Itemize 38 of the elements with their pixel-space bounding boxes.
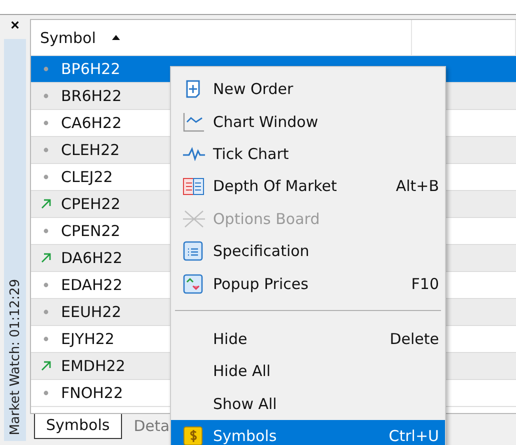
list-window-icon [183, 241, 203, 262]
tab[interactable]: Symbols [34, 414, 122, 439]
menu-item[interactable]: Tick Chart [171, 138, 445, 170]
menu-item[interactable]: Symbols Ctrl+U [171, 420, 445, 445]
menu-item[interactable]: Depth Of Market Alt+B [171, 170, 445, 203]
symbol-text: EMDH22 [61, 357, 126, 375]
menu-item[interactable]: Hide All [171, 355, 445, 388]
shortcut-label: F10 [411, 274, 439, 293]
symbol-text: EDAH22 [61, 276, 122, 294]
menu-item[interactable]: New Order [171, 73, 445, 106]
shortcut-label: Alt+B [396, 177, 439, 196]
order-book-icon [183, 178, 204, 195]
close-button[interactable]: × [10, 19, 20, 33]
column-label: Symbol [40, 28, 96, 46]
symbol-text: DA6H22 [61, 249, 122, 267]
symbol-text: EEUH22 [61, 303, 122, 321]
shortcut-label: Ctrl+U [388, 427, 439, 445]
symbol-text: EJYH22 [61, 330, 114, 348]
menu-item[interactable]: Specification [171, 234, 445, 268]
symbol-text: CA6H22 [61, 114, 122, 132]
pulse-line-icon [183, 146, 205, 161]
symbol-text: CLEJ22 [61, 168, 113, 186]
column-header[interactable]: Symbol [31, 20, 412, 55]
symbol-text: BP6H22 [61, 60, 120, 78]
menu-item[interactable]: Hide Delete [171, 322, 445, 356]
menu-item[interactable]: Chart Window [171, 105, 445, 138]
symbol-text: BR6H22 [61, 87, 122, 105]
symbol-text: CPEN22 [61, 222, 120, 240]
symbol-text: CLEH22 [61, 141, 120, 159]
crossed-lines-icon [183, 208, 205, 229]
panel-title: Market Watch: 01:12:29 [8, 278, 22, 435]
symbol-text: FNOH22 [61, 384, 124, 402]
dollar-icon [183, 426, 203, 445]
shortcut-label: Delete [390, 330, 439, 348]
price-window-icon [183, 274, 203, 294]
menu-item[interactable]: Popup Prices F10 [171, 267, 445, 300]
line-chart-icon [183, 112, 205, 132]
symbol-text: CPEH22 [61, 195, 120, 213]
